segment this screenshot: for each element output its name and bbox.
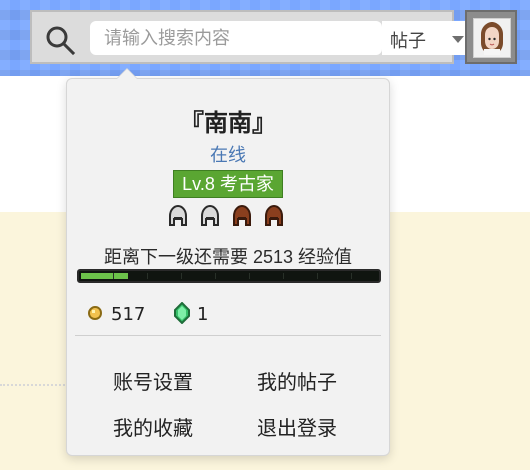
search-input[interactable]	[90, 21, 382, 55]
online-status: 在线	[210, 145, 246, 166]
xp-segment-marker	[215, 273, 216, 279]
leather-helmet-icon	[265, 204, 283, 226]
user-menu-popover: 『南南』 在线 Lv.8 考古家 距离下一级还需要 2513 经验值 517 1…	[66, 78, 390, 456]
menu-item-my-posts[interactable]: 我的帖子	[257, 366, 337, 395]
emerald-icon	[174, 302, 190, 324]
username: 『南南』	[180, 110, 276, 137]
avatar	[473, 18, 511, 58]
gold-count: 517	[111, 304, 146, 325]
user-avatar-button[interactable]	[465, 10, 517, 64]
search-scope-select[interactable]: 帖子	[382, 21, 476, 55]
iron-helmet-icon	[169, 204, 187, 226]
chevron-down-icon	[452, 36, 464, 43]
helmet-icons	[161, 203, 291, 229]
xp-progress-fill	[81, 273, 128, 279]
search-bar: 帖子	[30, 10, 476, 64]
leather-helmet-icon	[233, 204, 251, 226]
emerald-count: 1	[197, 304, 209, 325]
xp-segment-marker	[249, 273, 250, 279]
menu-item-logout[interactable]: 退出登录	[257, 412, 337, 441]
xp-to-next-level: 距离下一级还需要 2513 经验值	[103, 247, 353, 267]
menu-divider	[75, 335, 381, 336]
xp-segment-marker	[351, 273, 352, 279]
level-badge: Lv.8 考古家	[173, 170, 283, 198]
menu-item-my-favorites[interactable]: 我的收藏	[113, 412, 193, 441]
xp-segment-marker	[147, 273, 148, 279]
xp-segment-marker	[181, 273, 182, 279]
xp-progress-bar	[77, 269, 381, 283]
gold-nugget-icon	[87, 305, 103, 321]
search-icon[interactable]	[44, 24, 76, 56]
menu-item-account-settings[interactable]: 账号设置	[113, 366, 193, 395]
xp-segment-marker	[317, 273, 318, 279]
xp-segment-marker	[283, 273, 284, 279]
currency-row: 517 1	[85, 301, 345, 327]
iron-helmet-icon	[201, 204, 219, 226]
xp-segment-marker	[113, 273, 114, 279]
search-scope-label: 帖子	[390, 31, 426, 52]
